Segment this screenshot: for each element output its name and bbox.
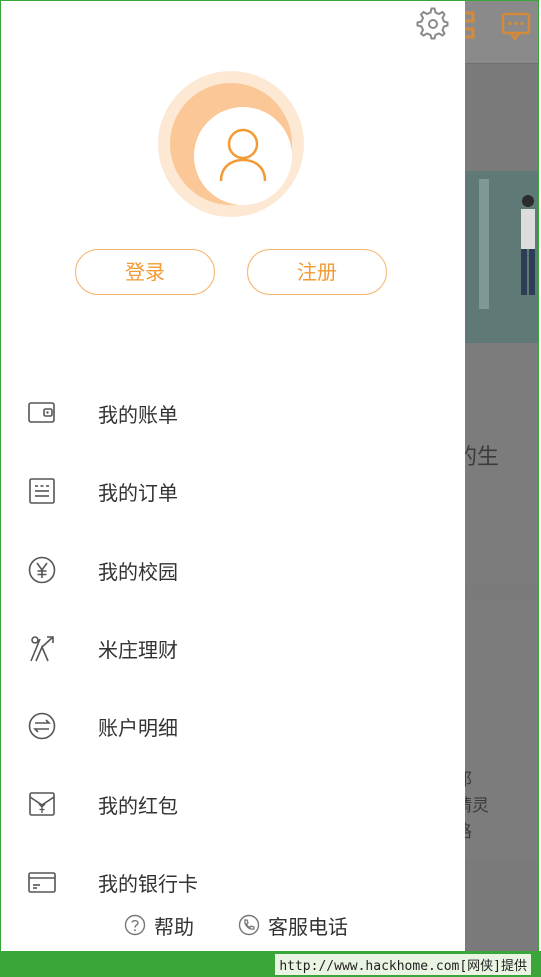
- background-text: 精灵: [465, 796, 489, 816]
- help-icon: [124, 914, 146, 936]
- menu-item-my-bank-card[interactable]: 我的银行卡: [1, 853, 465, 913]
- customer-service-link[interactable]: 客服电话: [238, 907, 348, 943]
- menu-item-label: 米庄理财: [98, 638, 178, 662]
- order-icon: [29, 478, 55, 504]
- user-icon: [219, 128, 267, 182]
- background-text: 路: [465, 817, 472, 842]
- menu-item-mizhuang-finance[interactable]: 米庄理财: [1, 619, 465, 679]
- menu-item-label: 我的账单: [98, 403, 178, 427]
- drawer-footer: 帮助 客服电话: [1, 907, 465, 947]
- background-text: 的生: [465, 445, 500, 470]
- help-label: 帮助: [154, 914, 194, 939]
- background-banner: [465, 171, 538, 343]
- menu-item-my-campus[interactable]: 我的校园: [1, 541, 465, 601]
- background-text: 邦: [465, 765, 472, 790]
- menu-item-label: 我的订单: [98, 481, 178, 505]
- red-envelope-icon: [29, 792, 55, 816]
- wallet-icon: [28, 402, 55, 423]
- bank-card-icon: [28, 872, 56, 893]
- navigation-drawer: 登录 注册 我的账单 我的订单 我的校园 米庄理财 账户明细 我的红包 我的银行…: [1, 1, 465, 951]
- background-card: 的生: [465, 343, 538, 583]
- watermark-text: http://www.hackhome.com[网侠]提供: [275, 954, 531, 975]
- menu-item-my-bills[interactable]: 我的账单: [1, 384, 465, 444]
- person-figure: [521, 195, 535, 295]
- help-link[interactable]: 帮助: [124, 907, 194, 943]
- menu-item-account-details[interactable]: 账户明细: [1, 697, 465, 757]
- finance-icon: [30, 636, 54, 662]
- background-app[interactable]: 的生 邦 精灵 路: [465, 1, 538, 951]
- background-topbar: [465, 1, 538, 64]
- app-frame: 的生 邦 精灵 路 登录 注: [0, 0, 539, 951]
- register-button[interactable]: 注册: [247, 249, 387, 295]
- settings-gear-icon[interactable]: [416, 7, 450, 41]
- customer-service-label: 客服电话: [268, 914, 348, 939]
- menu-item-my-red-envelope[interactable]: 我的红包: [1, 775, 465, 835]
- avatar[interactable]: [158, 71, 304, 217]
- menu-item-my-orders[interactable]: 我的订单: [1, 462, 465, 522]
- menu-item-label: 我的银行卡: [98, 872, 198, 896]
- menu-item-label: 我的校园: [98, 560, 178, 584]
- transfer-icon: [28, 712, 56, 740]
- menu-item-label: 我的红包: [98, 794, 178, 818]
- yuan-icon: [28, 556, 56, 584]
- message-icon: [501, 12, 531, 41]
- background-card-2: 邦 精灵 路: [465, 599, 538, 859]
- login-button[interactable]: 登录: [75, 249, 215, 295]
- scan-icon: [465, 11, 475, 39]
- watermark-bar: http://www.hackhome.com[网侠]提供: [0, 951, 541, 977]
- phone-icon: [238, 914, 260, 936]
- menu-item-label: 账户明细: [98, 716, 178, 740]
